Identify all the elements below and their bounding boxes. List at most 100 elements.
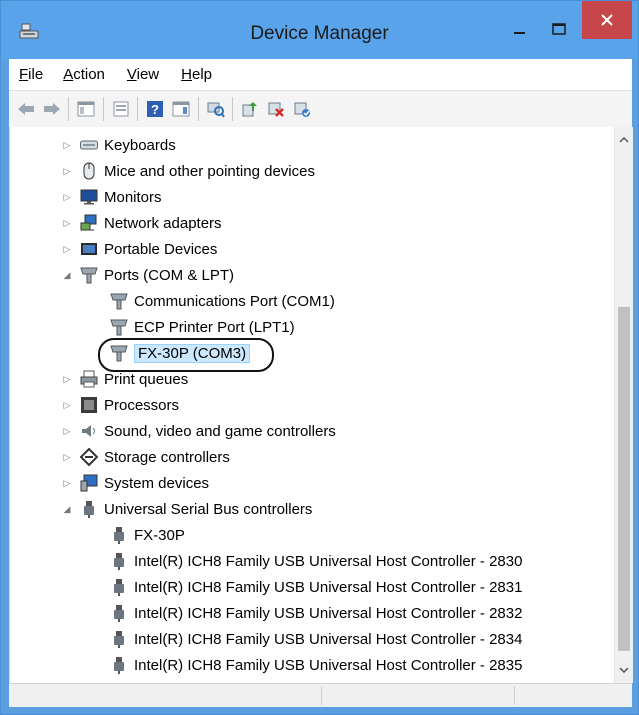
collapse-arrow-icon[interactable]: ◢: [62, 504, 72, 514]
expand-arrow-icon[interactable]: ▷: [62, 166, 72, 176]
tree-node-label: Storage controllers: [104, 448, 230, 466]
usb-plug-icon: [110, 578, 128, 596]
network-adapter-icon: [80, 214, 98, 232]
status-pane: [9, 686, 322, 705]
expand-arrow-icon[interactable]: ▷: [62, 452, 72, 462]
svg-text:?: ?: [151, 102, 159, 117]
expand-arrow-icon[interactable]: ▷: [62, 374, 72, 384]
processor-icon: [80, 396, 98, 414]
back-arrow-icon[interactable]: [15, 98, 37, 120]
menu-bar: File Action View Help: [9, 59, 632, 89]
forward-arrow-icon[interactable]: [41, 98, 63, 120]
uninstall-device-icon[interactable]: [265, 98, 287, 120]
help-icon[interactable]: ?: [144, 98, 166, 120]
usb-plug-icon: [110, 552, 128, 570]
tree-node-usb-2832[interactable]: Intel(R) ICH8 Family USB Universal Host …: [110, 601, 522, 625]
tree-node-sound[interactable]: ▷ Sound, video and game controllers: [62, 419, 336, 443]
tree-node-usb-2835[interactable]: Intel(R) ICH8 Family USB Universal Host …: [110, 653, 522, 677]
menu-view[interactable]: View: [123, 64, 163, 85]
toolbar-separator: [103, 97, 104, 121]
close-button[interactable]: [582, 1, 632, 39]
title-bar[interactable]: Device Manager: [1, 1, 638, 59]
tree-node-network-adapters[interactable]: ▷ Network adapters: [62, 211, 222, 235]
tree-node-label: Intel(R) ICH8 Family USB Universal Host …: [134, 630, 523, 648]
show-hide-console-tree-icon[interactable]: [75, 98, 97, 120]
tree-node-label: Universal Serial Bus controllers: [104, 500, 313, 518]
tree-node-system-devices[interactable]: ▷ System devices: [62, 471, 209, 495]
device-tree[interactable]: ▷ Keyboards ▷ Mice and other pointing de…: [9, 127, 615, 683]
tree-node-label: Ports (COM & LPT): [104, 266, 235, 284]
scrollbar-thumb[interactable]: [618, 307, 630, 651]
update-driver-icon[interactable]: [239, 98, 261, 120]
menu-action[interactable]: Action: [59, 64, 109, 85]
minimize-button[interactable]: [501, 11, 539, 47]
port-connector-icon: [110, 292, 128, 310]
tree-node-com1[interactable]: Communications Port (COM1): [110, 289, 335, 313]
expand-arrow-icon[interactable]: ▷: [62, 426, 72, 436]
expand-arrow-icon[interactable]: ▷: [62, 218, 72, 228]
expand-arrow-icon[interactable]: ▷: [62, 192, 72, 202]
expand-arrow-icon[interactable]: ▷: [62, 478, 72, 488]
menu-help[interactable]: Help: [177, 64, 216, 85]
scan-hardware-icon[interactable]: [205, 98, 227, 120]
tree-node-processors[interactable]: ▷ Processors: [62, 393, 180, 417]
properties-icon[interactable]: [110, 98, 132, 120]
scroll-down-icon[interactable]: [615, 661, 633, 679]
tree-node-monitors[interactable]: ▷ Monitors: [62, 185, 162, 209]
tree-node-usb-2834[interactable]: Intel(R) ICH8 Family USB Universal Host …: [110, 627, 522, 651]
tree-node-storage[interactable]: ▷ Storage controllers: [62, 445, 230, 469]
device-manager-window: Device Manager File Action View Help ? ▷…: [0, 0, 639, 715]
tree-node-print-queues[interactable]: ▷ Print queues: [62, 367, 188, 391]
keyboard-icon: [80, 136, 98, 154]
tree-node-label: Communications Port (COM1): [134, 292, 335, 310]
tree-node-label: Keyboards: [104, 136, 176, 154]
tree-node-label: Intel(R) ICH8 Family USB Universal Host …: [134, 552, 523, 570]
menu-file[interactable]: File: [15, 64, 47, 85]
toolbar-separator: [68, 97, 69, 121]
toolbar-separator: [137, 97, 138, 121]
toolbar-separator: [198, 97, 199, 121]
toolbar-separator: [232, 97, 233, 121]
tree-node-usb-fx30p[interactable]: FX-30P: [110, 523, 185, 547]
tree-node-keyboards[interactable]: ▷ Keyboards: [62, 133, 176, 157]
expand-arrow-icon[interactable]: ▷: [62, 244, 72, 254]
tree-node-ports[interactable]: ◢ Ports (COM & LPT): [62, 263, 234, 287]
usb-plug-icon: [110, 526, 128, 544]
usb-plug-icon: [80, 500, 98, 518]
tree-node-label: Monitors: [104, 188, 162, 206]
toolbar: ?: [9, 90, 632, 128]
action-pane-icon[interactable]: [170, 98, 192, 120]
tree-node-label: System devices: [104, 474, 210, 492]
system-devices-icon: [80, 474, 98, 492]
tree-node-label: Processors: [104, 396, 180, 414]
scroll-up-icon[interactable]: [615, 131, 633, 149]
usb-plug-icon: [110, 604, 128, 622]
vertical-scrollbar[interactable]: [614, 127, 633, 683]
tree-node-usb-2831[interactable]: Intel(R) ICH8 Family USB Universal Host …: [110, 575, 522, 599]
expand-arrow-icon[interactable]: ▷: [62, 140, 72, 150]
status-pane: [322, 686, 515, 705]
tree-node-label: Print queues: [104, 370, 189, 388]
tree-node-label: Intel(R) ICH8 Family USB Universal Host …: [134, 604, 523, 622]
mouse-icon: [80, 162, 98, 180]
tree-node-mice[interactable]: ▷ Mice and other pointing devices: [62, 159, 315, 183]
storage-controller-icon: [80, 448, 98, 466]
enable-device-icon[interactable]: [291, 98, 313, 120]
portable-device-icon: [80, 240, 98, 258]
monitor-icon: [80, 188, 98, 206]
port-connector-icon: [110, 318, 128, 336]
tree-node-usb-controllers[interactable]: ◢ Universal Serial Bus controllers: [62, 497, 312, 521]
tree-node-label: Intel(R) ICH8 Family USB Universal Host …: [134, 578, 523, 596]
printer-icon: [80, 370, 98, 388]
expand-arrow-icon[interactable]: ▷: [62, 400, 72, 410]
collapse-arrow-icon[interactable]: ◢: [62, 270, 72, 280]
tree-node-label: FX-30P: [134, 526, 185, 544]
tree-node-label: Portable Devices: [104, 240, 218, 258]
tree-node-lpt1[interactable]: ECP Printer Port (LPT1): [110, 315, 295, 339]
port-connector-icon: [80, 266, 98, 284]
tree-node-portable-devices[interactable]: ▷ Portable Devices: [62, 237, 218, 261]
usb-plug-icon: [110, 630, 128, 648]
speaker-icon: [80, 422, 98, 440]
tree-node-usb-2830[interactable]: Intel(R) ICH8 Family USB Universal Host …: [110, 549, 522, 573]
maximize-button[interactable]: [539, 11, 579, 47]
